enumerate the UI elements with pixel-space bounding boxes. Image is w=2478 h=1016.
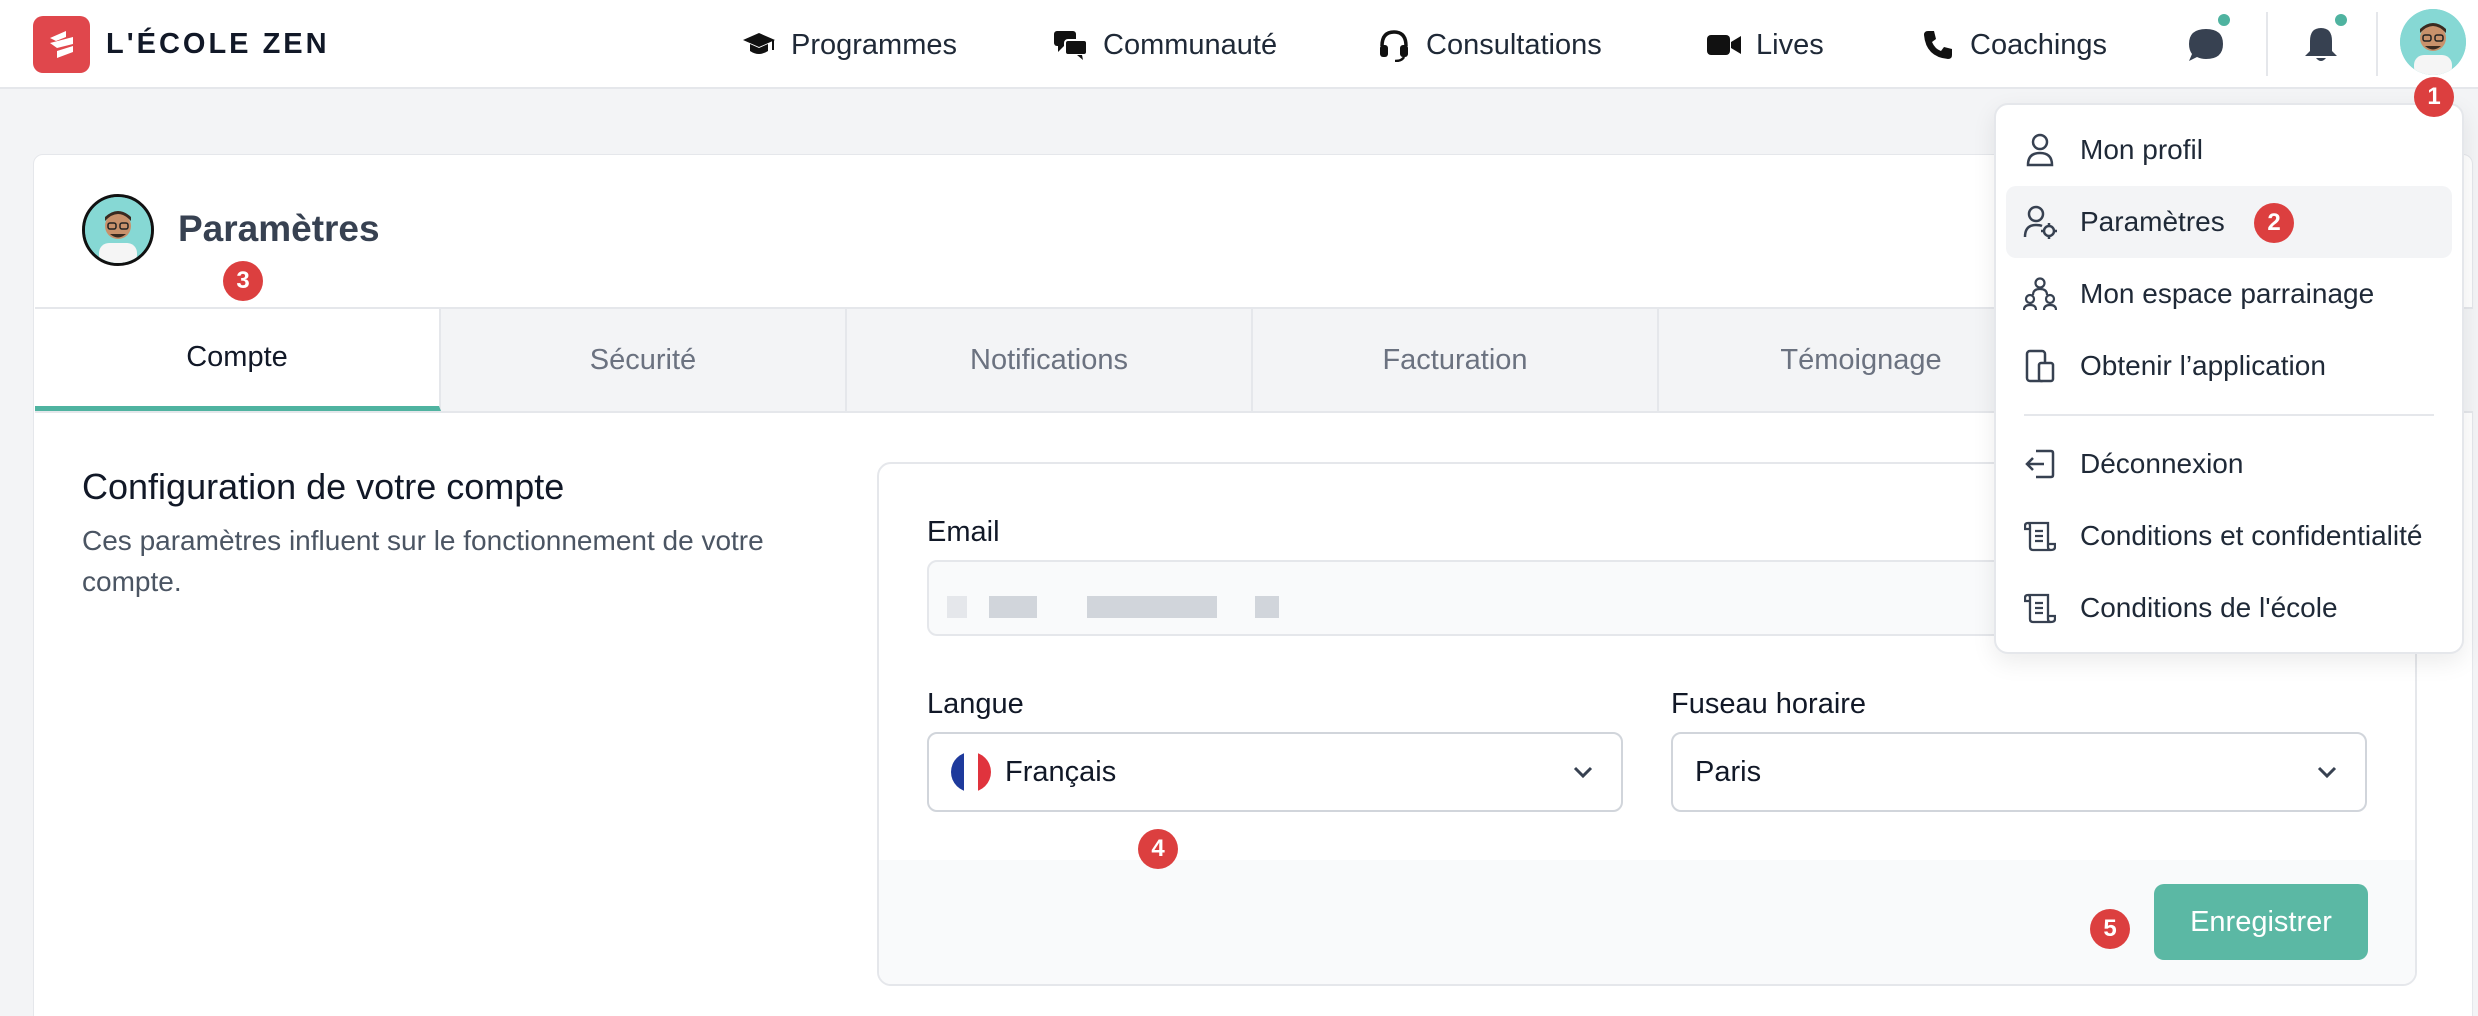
header-divider xyxy=(2376,12,2378,76)
step-badge: 5 xyxy=(2090,909,2130,949)
menu-item-conditions-confidentialite[interactable]: Conditions et confidentialité xyxy=(2006,500,2452,572)
users-icon xyxy=(2022,276,2058,312)
timezone-value: Paris xyxy=(1695,755,1762,788)
menu-item-label: Obtenir l’application xyxy=(2080,350,2326,381)
save-button[interactable]: Enregistrer xyxy=(2154,884,2368,960)
redacted-email xyxy=(947,596,967,618)
scroll-icon xyxy=(2022,590,2058,626)
nav-label: Communauté xyxy=(1103,28,1278,61)
tab-compte[interactable]: Compte xyxy=(35,309,441,411)
redacted-email xyxy=(1087,596,1217,618)
menu-item-label: Déconnexion xyxy=(2080,448,2244,479)
header-divider xyxy=(2266,12,2268,76)
email-label: Email xyxy=(927,516,1000,548)
nav-label: Lives xyxy=(1756,28,1824,61)
language-value: Français xyxy=(1005,755,1117,788)
graduation-cap-icon xyxy=(741,27,777,63)
timezone-label: Fuseau horaire xyxy=(1671,688,1867,720)
nav-label: Programmes xyxy=(791,28,957,61)
section-description: Ces paramètres influent sur le fonctionn… xyxy=(82,525,764,597)
tab-facturation[interactable]: Facturation xyxy=(1253,309,1659,411)
nav-coachings[interactable]: Coachings xyxy=(1920,26,2107,64)
redacted-email xyxy=(989,596,1037,618)
tab-notifications[interactable]: Notifications xyxy=(847,309,1253,411)
step-badge: 3 xyxy=(223,261,263,301)
step-badge: 1 xyxy=(2414,77,2454,117)
user-avatar[interactable] xyxy=(2400,9,2466,75)
devices-icon xyxy=(2022,348,2058,384)
language-label: Langue xyxy=(927,688,1024,720)
menu-item-label: Conditions et confidentialité xyxy=(2080,520,2423,551)
scroll-icon xyxy=(2022,518,2058,554)
section-title: Configuration de votre compte xyxy=(82,466,565,507)
step-badge: 4 xyxy=(1138,829,1178,869)
menu-item-label: Mon espace parrainage xyxy=(2080,278,2375,309)
bell-notification-dot xyxy=(2333,12,2349,28)
message-notification-dot xyxy=(2216,12,2232,28)
nav-label: Consultations xyxy=(1426,28,1602,61)
settings-avatar xyxy=(82,194,154,266)
chevron-down-icon xyxy=(1573,766,1593,779)
chevron-down-icon xyxy=(2317,766,2337,779)
language-select[interactable]: Français xyxy=(927,732,1623,812)
phone-icon xyxy=(1920,27,1956,63)
timezone-select[interactable]: Paris xyxy=(1671,732,2367,812)
nav-consultations[interactable]: Consultations xyxy=(1376,26,1602,64)
user-icon xyxy=(2022,132,2058,168)
headset-icon xyxy=(1376,27,1412,63)
menu-item-deconnexion[interactable]: Déconnexion xyxy=(2006,428,2452,500)
user-cog-icon xyxy=(2022,204,2058,240)
menu-item-obtenir-application[interactable]: Obtenir l’application xyxy=(2006,330,2452,402)
nav-lives[interactable]: Lives xyxy=(1706,26,1824,64)
video-camera-icon xyxy=(1706,27,1742,63)
menu-item-mon-espace-parrainage[interactable]: Mon espace parrainage xyxy=(2006,258,2452,330)
logout-icon xyxy=(2022,446,2058,482)
menu-item-conditions-ecole[interactable]: Conditions de l'école xyxy=(2006,572,2452,644)
tab-securite[interactable]: Sécurité xyxy=(441,309,847,411)
menu-item-label: Mon profil xyxy=(2080,134,2203,165)
brand-logo-icon[interactable] xyxy=(33,16,90,73)
brand-name[interactable]: L'ÉCOLE ZEN xyxy=(106,28,330,61)
menu-item-label: Conditions de l'école xyxy=(2080,592,2338,623)
chat-bubbles-icon xyxy=(1053,27,1089,63)
french-flag-icon xyxy=(951,752,991,792)
redacted-email xyxy=(1255,596,1279,618)
menu-item-mon-profil[interactable]: Mon profil xyxy=(2006,114,2452,186)
menu-item-label: Paramètres xyxy=(2080,206,2225,237)
top-navigation-bar: L'ÉCOLE ZEN Programmes Communauté Consul… xyxy=(0,0,2478,89)
nav-communaute[interactable]: Communauté xyxy=(1053,26,1277,64)
nav-label: Coachings xyxy=(1970,28,2108,61)
page-title: Paramètres xyxy=(178,208,380,249)
menu-item-parametres[interactable]: Paramètres xyxy=(2006,186,2452,258)
step-badge: 2 xyxy=(2254,203,2294,243)
menu-divider xyxy=(2024,414,2434,416)
nav-programmes[interactable]: Programmes xyxy=(741,26,957,64)
